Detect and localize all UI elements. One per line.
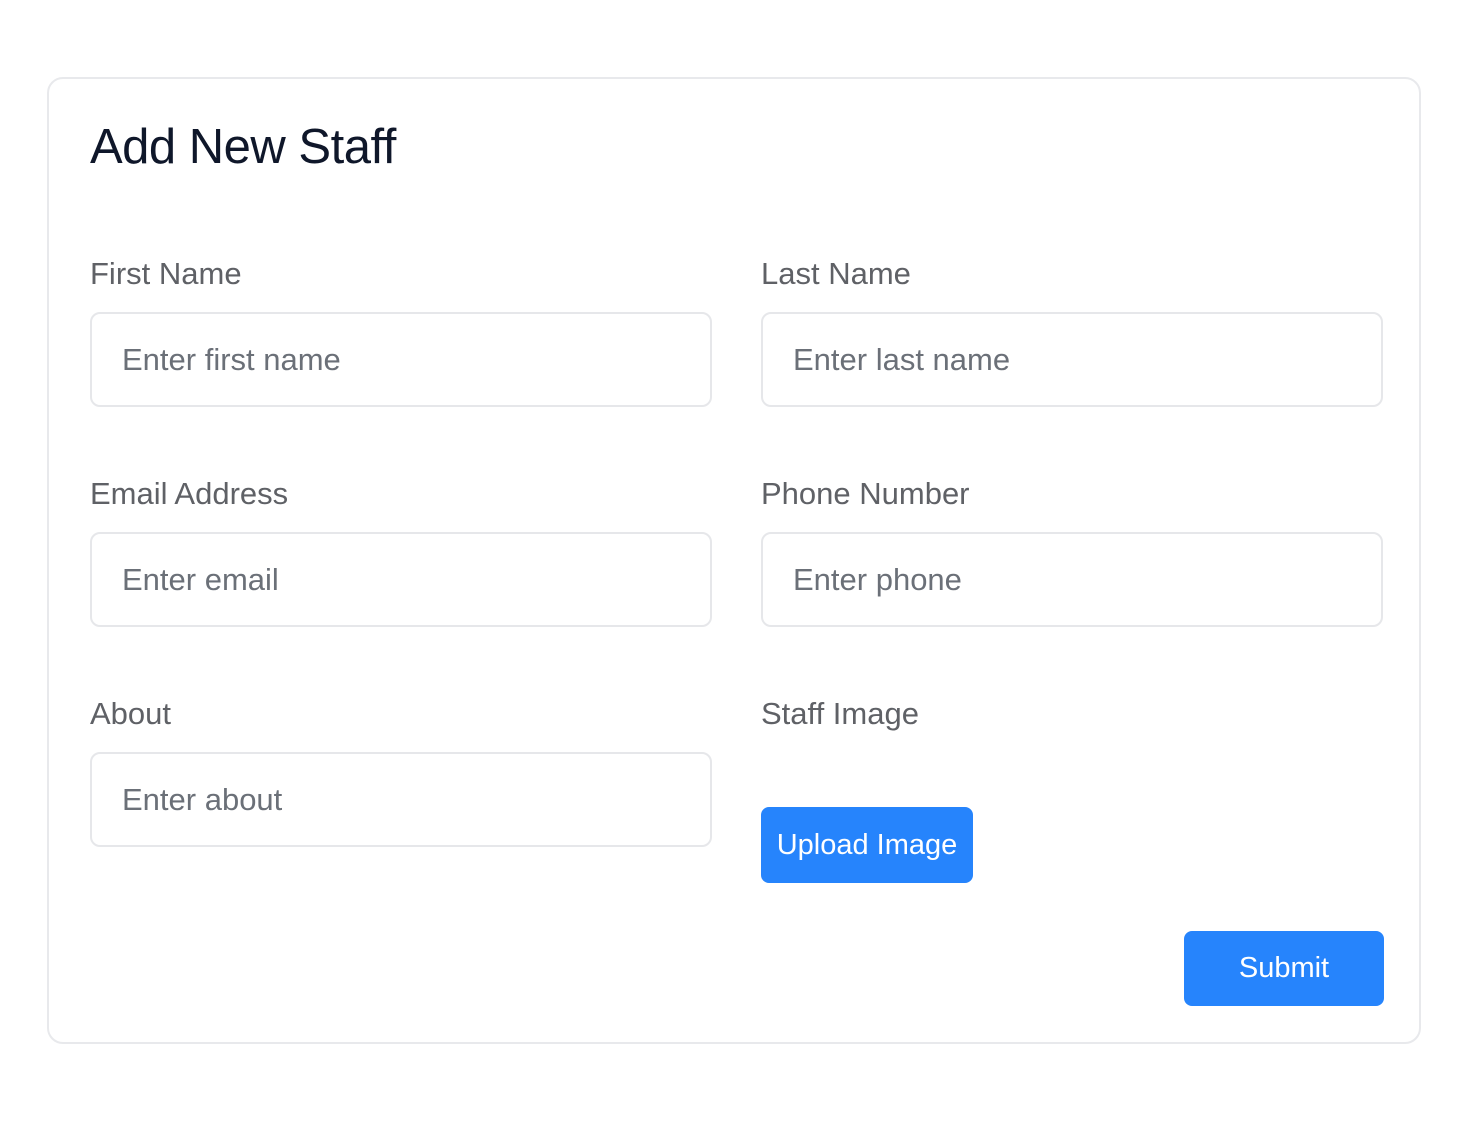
first-name-label: First Name (90, 256, 242, 291)
last-name-label: Last Name (761, 256, 911, 291)
submit-button[interactable]: Submit (1184, 931, 1384, 1006)
upload-image-button[interactable]: Upload Image (761, 807, 973, 883)
first-name-input[interactable] (90, 312, 712, 407)
email-input[interactable] (90, 532, 712, 627)
add-staff-card: Add New Staff First Name Last Name Email… (47, 77, 1421, 1044)
phone-label: Phone Number (761, 476, 970, 511)
about-input[interactable] (90, 752, 712, 847)
about-label: About (90, 696, 172, 731)
phone-input[interactable] (761, 532, 1383, 627)
last-name-input[interactable] (761, 312, 1383, 407)
page-title: Add New Staff (90, 120, 396, 174)
staff-image-label: Staff Image (761, 696, 919, 731)
email-label: Email Address (90, 476, 289, 511)
